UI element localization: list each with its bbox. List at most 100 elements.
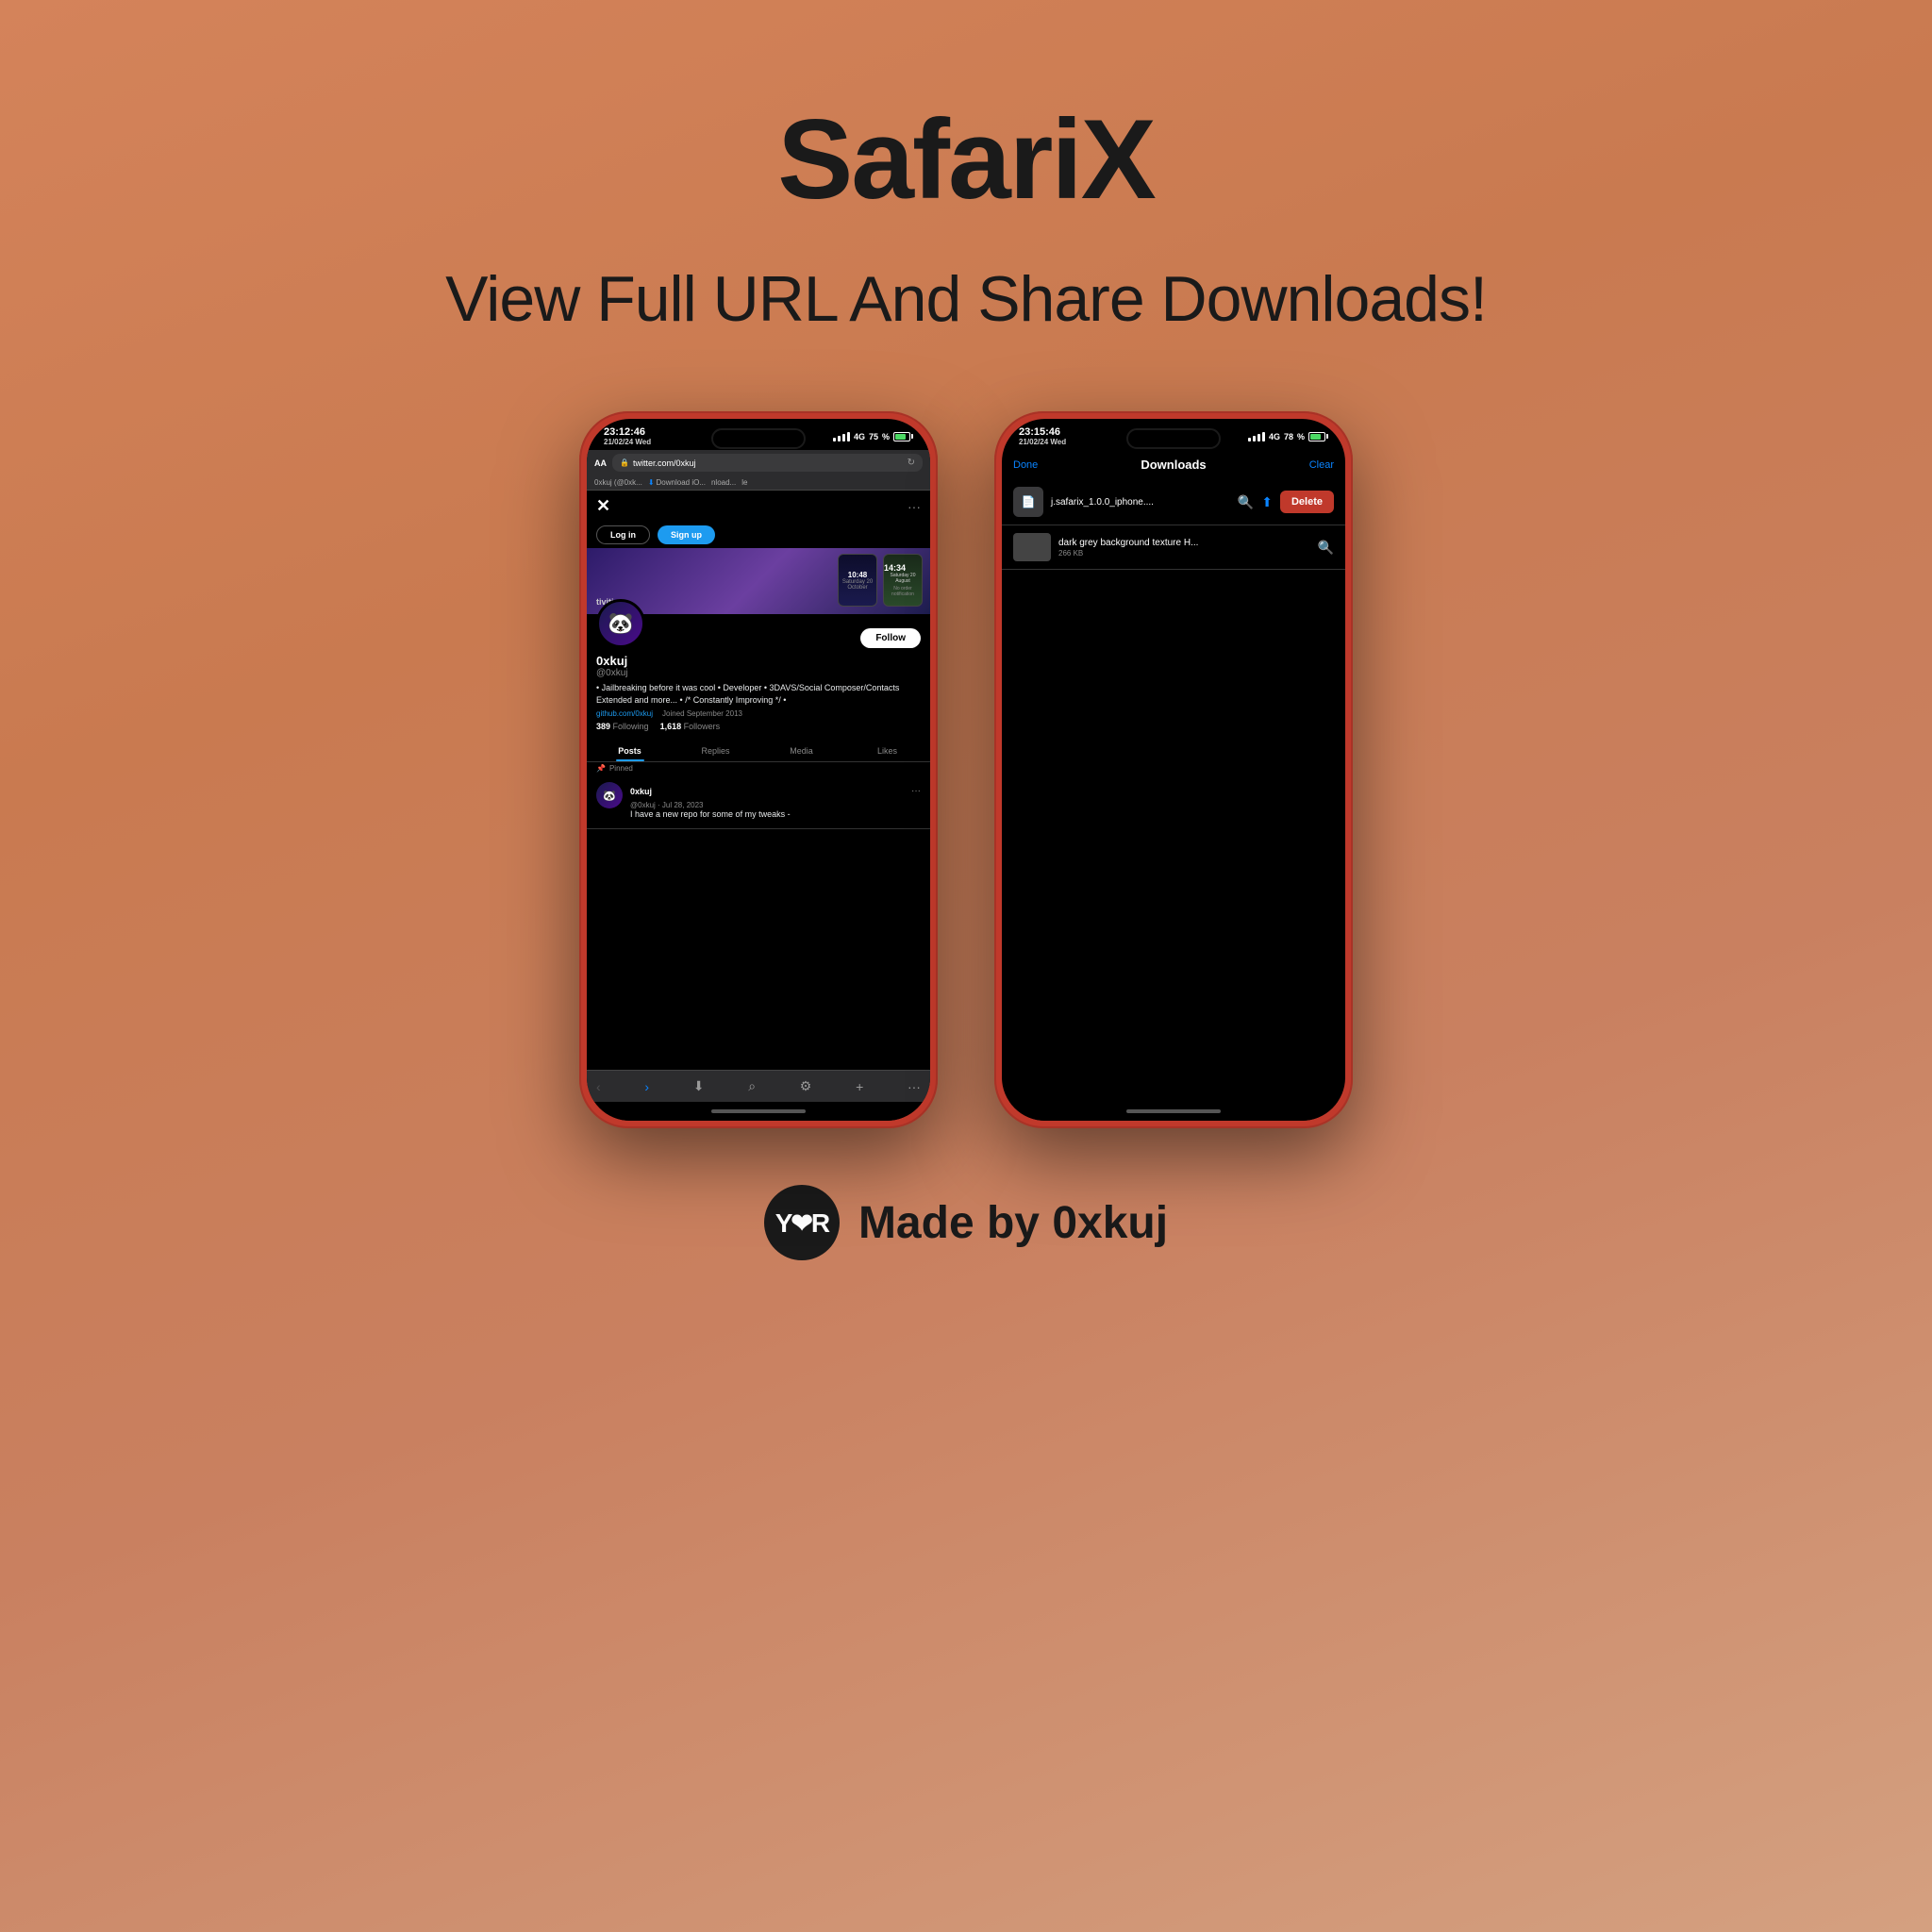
signal-icon <box>833 432 850 441</box>
tab-replies[interactable]: Replies <box>673 741 758 761</box>
profile-handle: @0xkuj <box>596 668 921 678</box>
tab-likes[interactable]: Likes <box>844 741 930 761</box>
tweet-more-icon[interactable]: ··· <box>911 786 921 796</box>
twitter-auth-buttons: Log in Sign up <box>587 522 930 548</box>
tab-media[interactable]: Media <box>758 741 844 761</box>
downloads-header: Done Downloads Clear <box>1002 450 1345 479</box>
tweet-meta: 0xkuj ··· <box>630 782 921 799</box>
tweet-text: I have a new repo for some of my tweaks … <box>630 809 921 821</box>
safari-toolbar: AA 🔒 twitter.com/0xkuj ↻ <box>587 450 930 475</box>
following-count: 389 <box>596 722 610 731</box>
download-size-2: 266 KB <box>1058 549 1310 558</box>
battery-icon <box>893 432 913 441</box>
brand-made-by: Made by 0xkuj <box>858 1197 1168 1249</box>
pinned-label: 📌 Pinned <box>587 762 930 774</box>
pin-icon: 📌 <box>596 764 606 773</box>
tweet-author: 0xkuj <box>630 787 652 796</box>
twitter-more-icon[interactable]: ··· <box>908 499 921 514</box>
following-label: Following <box>613 722 649 731</box>
home-bar-1 <box>711 1109 806 1113</box>
phone2-battery-pct: 78 <box>1284 432 1293 441</box>
tweet-item: 🐼 0xkuj ··· @0xkuj · Jul 28, 2023 I have… <box>587 774 930 829</box>
phone1-date: 21/02/24 Wed <box>604 438 651 446</box>
safari-tab-4[interactable]: le <box>741 478 747 487</box>
download-search-icon-2[interactable]: 🔍 <box>1318 540 1334 556</box>
download-info-1: j.safarix_1.0.0_iphone.... <box>1051 497 1230 508</box>
downloads-done-button[interactable]: Done <box>1013 459 1038 471</box>
download-thumb-2 <box>1013 533 1051 561</box>
safari-tab-1[interactable]: 0xkuj (@0xk... <box>594 478 642 487</box>
add-tab-button[interactable]: + <box>856 1079 863 1094</box>
downloads-clear-button[interactable]: Clear <box>1309 459 1334 471</box>
safari-tab-3[interactable]: nload... <box>711 478 736 487</box>
twitter-x-logo: ✕ <box>596 496 610 516</box>
twitter-nav-tabs: Posts Replies Media Likes <box>587 741 930 762</box>
profile-stats: 389 Following 1,618 Followers <box>596 722 921 731</box>
branding-section: Y❤R Made by 0xkuj <box>764 1185 1168 1260</box>
more-button[interactable]: ··· <box>908 1079 921 1094</box>
tab-posts[interactable]: Posts <box>587 741 673 761</box>
banner-time-1: 10:48 <box>839 571 876 579</box>
profile-github-link[interactable]: github.com/0xkuj <box>596 709 653 718</box>
profile-name: 0xkuj <box>596 654 921 668</box>
download-name-2: dark grey background texture H... <box>1058 538 1310 548</box>
battery-icon-2 <box>1308 432 1328 441</box>
followers-label: Followers <box>684 722 721 731</box>
profile-joined: Joined September 2013 <box>662 709 742 718</box>
lock-icon: 🔒 <box>620 458 629 467</box>
phone2-screen: 23:15:46 21/02/24 Wed 4G 78% <box>1002 419 1345 1121</box>
download-badge-icon: ⬇ <box>648 478 655 487</box>
phone2-frame: 23:15:46 21/02/24 Wed 4G 78% <box>994 411 1353 1128</box>
safari-aa-button[interactable]: AA <box>594 458 607 468</box>
safari-url-text: twitter.com/0xkuj <box>633 458 696 468</box>
home-indicator-1 <box>587 1102 930 1121</box>
dynamic-island-2 <box>1126 428 1221 449</box>
settings-button[interactable]: ⚙ <box>800 1078 812 1094</box>
profile-section: 🐼 Follow 0xkuj @0xkuj • Jailbreaking bef… <box>587 614 930 741</box>
profile-bio: • Jailbreaking before it was cool • Deve… <box>596 682 921 706</box>
phone1-battery-pct: 75 <box>869 432 878 441</box>
home-indicator-2 <box>1002 1102 1345 1121</box>
download-delete-button-1[interactable]: Delete <box>1280 491 1334 513</box>
tweet-avatar: 🐼 <box>596 782 623 808</box>
profile-avatar-row: 🐼 Follow <box>596 599 921 648</box>
safari-url-bar[interactable]: 🔒 twitter.com/0xkuj ↻ <box>612 454 923 472</box>
twitter-content: ✕ ··· Log in Sign up 10:48 Saturday 20 O… <box>587 491 930 1070</box>
downloads-list: 📄 j.safarix_1.0.0_iphone.... 🔍 ⬆ Delete <box>1002 479 1345 1102</box>
profile-avatar: 🐼 <box>596 599 645 648</box>
brand-logo: Y❤R <box>764 1185 840 1260</box>
safari-tab-2[interactable]: ⬇ Download iO... <box>648 478 706 487</box>
home-bar-2 <box>1126 1109 1221 1113</box>
phone2-date: 21/02/24 Wed <box>1019 438 1066 446</box>
signal-icon-2 <box>1248 432 1265 441</box>
tweet-body: 0xkuj ··· @0xkuj · Jul 28, 2023 I have a… <box>630 782 921 821</box>
twitter-login-button[interactable]: Log in <box>596 525 650 544</box>
phone2-time: 23:15:46 <box>1019 426 1060 438</box>
download-button[interactable]: ⬇ <box>693 1078 705 1094</box>
follow-button[interactable]: Follow <box>860 628 921 648</box>
download-share-icon-1[interactable]: ⬆ <box>1261 494 1273 510</box>
download-actions-1: 🔍 ⬆ Delete <box>1238 491 1334 513</box>
downloads-title: Downloads <box>1141 458 1206 472</box>
phone1-time: 23:12:46 <box>604 426 645 438</box>
search-button[interactable]: ⌕ <box>748 1078 756 1094</box>
download-info-2: dark grey background texture H... 266 KB <box>1058 538 1310 558</box>
safari-tabs-bar: 0xkuj (@0xk... ⬇ Download iO... nload...… <box>587 475 930 491</box>
twitter-signup-button[interactable]: Sign up <box>658 525 715 544</box>
phone2-network: 4G <box>1269 432 1280 441</box>
profile-links: github.com/0xkuj Joined September 2013 <box>596 709 921 718</box>
back-button[interactable]: ‹ <box>596 1079 601 1094</box>
app-subtitle: View Full URL And Share Downloads! <box>445 262 1487 336</box>
forward-button[interactable]: › <box>644 1079 649 1094</box>
phone1-network: 4G <box>854 432 865 441</box>
app-title: SafariX <box>777 94 1155 225</box>
safari-reload-icon[interactable]: ↻ <box>908 458 915 468</box>
phone1-frame: 23:12:46 21/02/24 Wed 4G 75% <box>579 411 938 1128</box>
safari-bottom-bar: ‹ › ⬇ ⌕ ⚙ + ··· <box>587 1070 930 1102</box>
download-search-icon-1[interactable]: 🔍 <box>1238 494 1254 510</box>
followers-count: 1,618 <box>660 722 682 731</box>
download-item-1-main: 📄 j.safarix_1.0.0_iphone.... <box>1013 487 1230 517</box>
phone1-screen: 23:12:46 21/02/24 Wed 4G 75% <box>587 419 930 1121</box>
dynamic-island-1 <box>711 428 806 449</box>
download-item-1: 📄 j.safarix_1.0.0_iphone.... 🔍 ⬆ Delete <box>1002 479 1345 525</box>
